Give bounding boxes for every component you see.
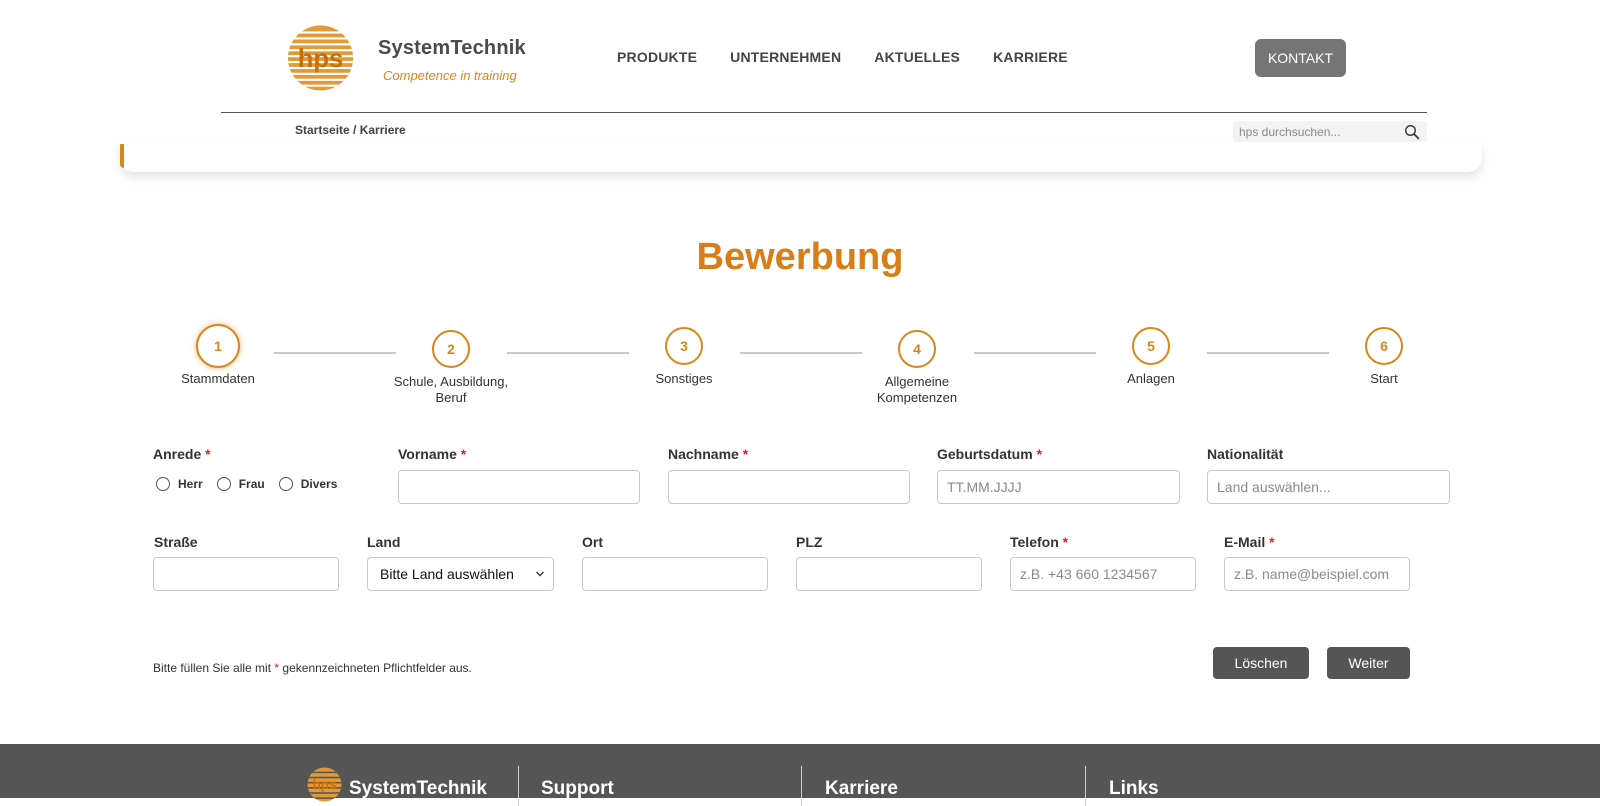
- footer-hps-logo[interactable]: hps: [307, 767, 342, 802]
- delete-button[interactable]: Löschen: [1213, 647, 1309, 679]
- nachname-label: Nachname *: [668, 446, 749, 462]
- step-label: Anlagen: [1127, 371, 1175, 386]
- step-anlagen[interactable]: 5 Anlagen: [1076, 327, 1226, 387]
- email-label: E-Mail *: [1224, 534, 1275, 550]
- footer-heading-karriere[interactable]: Karriere: [825, 778, 898, 800]
- page-title: Bewerbung: [696, 236, 904, 278]
- radio-circle[interactable]: [278, 477, 293, 491]
- svg-text:hps: hps: [313, 777, 337, 792]
- search-box: [1233, 121, 1427, 142]
- kontakt-button[interactable]: KONTAKT: [1255, 39, 1346, 77]
- step-schule-ausbildung-beruf[interactable]: 2 Schule, Ausbildung, Beruf: [376, 330, 526, 406]
- step-label: Sonstiges: [655, 371, 713, 386]
- telefon-label: Telefon *: [1010, 534, 1069, 550]
- step-label: Stammdaten: [181, 371, 255, 386]
- required-fields-hint: Bitte füllen Sie alle mit * gekennzeichn…: [153, 661, 472, 675]
- anrede-option-frau[interactable]: Frau: [216, 477, 265, 491]
- anrede-option-divers[interactable]: Divers: [278, 477, 337, 491]
- header-accent-bar: [120, 144, 124, 168]
- step-number: 4: [898, 330, 936, 368]
- step-number: 3: [665, 327, 703, 365]
- ort-field[interactable]: [582, 557, 768, 591]
- footer-divider: [518, 766, 519, 806]
- land-select-value: Bitte Land auswählen: [380, 566, 514, 582]
- footer-brand-name: SystemTechnik: [349, 778, 487, 799]
- step-number: 6: [1365, 327, 1403, 365]
- step-allgemeine-kompetenzen[interactable]: 4 Allgemeine Kompetenzen: [842, 330, 992, 406]
- vorname-label: Vorname *: [398, 446, 467, 462]
- main-nav: PRODUKTE UNTERNEHMEN AKTUELLES KARRIERE: [617, 49, 1101, 65]
- step-label: Schule, Ausbildung, Beruf: [393, 374, 509, 405]
- strasse-field[interactable]: [153, 557, 339, 591]
- radio-circle[interactable]: [156, 477, 170, 491]
- svg-text:hps: hps: [298, 45, 344, 73]
- brand-tagline: Competence in training: [383, 68, 517, 83]
- step-stammdaten[interactable]: 1 Stammdaten: [143, 324, 293, 387]
- geburtsdatum-field[interactable]: [937, 470, 1180, 504]
- anrede-label: Anrede *: [153, 446, 211, 462]
- telefon-field[interactable]: [1010, 557, 1196, 591]
- nationalitaet-label: Nationalität: [1207, 446, 1284, 462]
- step-number: 1: [196, 324, 240, 368]
- hps-logo[interactable]: hps: [287, 24, 354, 92]
- step-sonstiges[interactable]: 3 Sonstiges: [609, 327, 759, 387]
- nachname-field[interactable]: [668, 470, 910, 504]
- anrede-option-herr[interactable]: Herr: [156, 477, 203, 491]
- email-field[interactable]: [1224, 557, 1410, 591]
- step-number: 5: [1132, 327, 1170, 365]
- nav-item-produkte[interactable]: PRODUKTE: [617, 49, 697, 65]
- nav-item-unternehmen[interactable]: UNTERNEHMEN: [730, 49, 841, 65]
- anrede-radio-group: Herr Frau Divers: [156, 477, 351, 491]
- plz-label: PLZ: [796, 534, 823, 550]
- step-label: Allgemeine Kompetenzen: [876, 374, 958, 405]
- site-footer: hps SystemTechnik Support Karriere Links: [0, 744, 1600, 806]
- vorname-field[interactable]: [398, 470, 640, 504]
- chevron-down-icon: [536, 571, 544, 577]
- next-button[interactable]: Weiter: [1327, 647, 1410, 679]
- header-divider: [221, 112, 1427, 113]
- nav-item-aktuelles[interactable]: AKTUELLES: [874, 49, 960, 65]
- footer-heading-links[interactable]: Links: [1109, 778, 1159, 800]
- plz-field[interactable]: [796, 557, 982, 591]
- geburtsdatum-label: Geburtsdatum *: [937, 446, 1043, 462]
- nationalitaet-field[interactable]: [1207, 470, 1450, 504]
- ort-label: Ort: [582, 534, 603, 550]
- step-label: Start: [1370, 371, 1398, 386]
- land-select[interactable]: Bitte Land auswählen: [367, 557, 554, 591]
- nav-item-karriere[interactable]: KARRIERE: [993, 49, 1068, 65]
- radio-circle[interactable]: [216, 477, 231, 491]
- step-start[interactable]: 6 Start: [1309, 327, 1459, 387]
- footer-heading-support[interactable]: Support: [541, 778, 614, 800]
- header-card: [120, 140, 1482, 172]
- search-input[interactable]: [1233, 121, 1403, 142]
- brand-name: SystemTechnik: [378, 37, 526, 59]
- search-icon[interactable]: [1404, 124, 1420, 140]
- step-number: 2: [432, 330, 470, 368]
- site-header: hps SystemTechnik Competence in training…: [0, 0, 1600, 175]
- land-label: Land: [367, 534, 401, 550]
- strasse-label: Straße: [154, 534, 198, 550]
- footer-divider: [1085, 766, 1086, 806]
- breadcrumb: Startseite / Karriere: [295, 123, 406, 137]
- application-stepper: 1 Stammdaten 2 Schule, Ausbildung, Beruf…: [0, 322, 1600, 412]
- footer-divider: [801, 766, 802, 806]
